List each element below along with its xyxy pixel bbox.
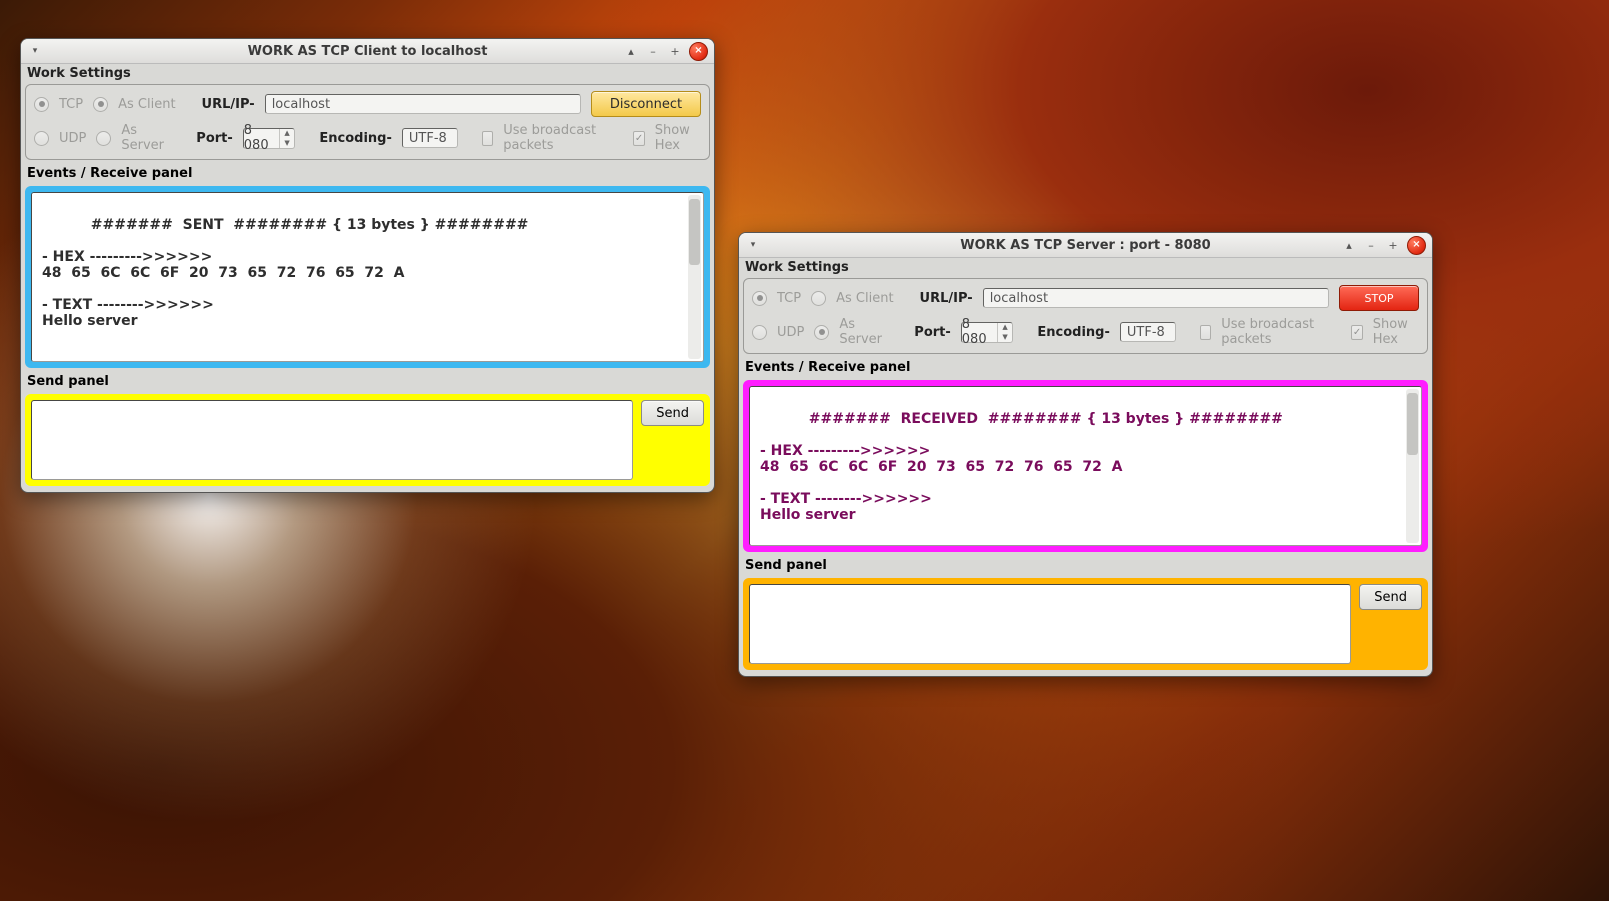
- events-receive-label: Events / Receive panel: [745, 360, 1426, 375]
- window-menu-icon[interactable]: ▾: [27, 43, 43, 59]
- titlebar-server[interactable]: ▾ WORK AS TCP Server : port - 8080 ▴ – +…: [739, 233, 1432, 258]
- url-ip-value: localhost: [990, 291, 1048, 306]
- send-panel: Send: [743, 578, 1428, 670]
- encoding-input[interactable]: UTF-8: [1120, 322, 1176, 342]
- window-tcp-server: ▾ WORK AS TCP Server : port - 8080 ▴ – +…: [738, 232, 1433, 677]
- checkbox-show-hex-label: Show Hex: [1373, 317, 1419, 347]
- close-icon[interactable]: ×: [1407, 236, 1426, 255]
- window-title-client: WORK AS TCP Client to localhost: [21, 44, 714, 59]
- radio-tcp-label: TCP: [777, 291, 801, 306]
- work-settings-label: Work Settings: [25, 66, 710, 82]
- events-receive-label: Events / Receive panel: [27, 166, 708, 181]
- encoding-input[interactable]: UTF-8: [402, 128, 458, 148]
- minimize-icon[interactable]: –: [1363, 237, 1379, 253]
- port-stepper[interactable]: 8 080 ▲▼: [243, 128, 295, 149]
- radio-as-server[interactable]: [814, 325, 829, 340]
- checkbox-show-hex-label: Show Hex: [655, 123, 701, 153]
- radio-as-client[interactable]: [93, 97, 108, 112]
- encoding-value: UTF-8: [409, 131, 447, 146]
- radio-udp[interactable]: [752, 325, 767, 340]
- work-settings-group: TCP As Client URL/IP- localhost Disconne…: [25, 84, 710, 160]
- events-receive-panel: ####### RECEIVED ######## { 13 bytes } #…: [743, 380, 1428, 552]
- window-title-server: WORK AS TCP Server : port - 8080: [739, 238, 1432, 253]
- port-label: Port-: [914, 325, 950, 340]
- encoding-label: Encoding-: [319, 131, 392, 146]
- checkbox-broadcast-label: Use broadcast packets: [1221, 317, 1327, 347]
- receive-textarea[interactable]: ####### RECEIVED ######## { 13 bytes } #…: [749, 386, 1422, 546]
- port-label: Port-: [196, 131, 232, 146]
- radio-as-server-label: As Server: [121, 123, 166, 153]
- scrollbar[interactable]: [688, 195, 701, 359]
- send-panel: Send: [25, 394, 710, 486]
- url-ip-input[interactable]: localhost: [265, 94, 581, 114]
- receive-text-content: ####### RECEIVED ######## { 13 bytes } #…: [760, 411, 1283, 523]
- stop-button[interactable]: STOP: [1339, 285, 1419, 311]
- close-icon[interactable]: ×: [689, 42, 708, 61]
- rollup-icon[interactable]: ▴: [1341, 237, 1357, 253]
- radio-udp[interactable]: [34, 131, 49, 146]
- checkbox-broadcast-label: Use broadcast packets: [503, 123, 609, 153]
- port-stepper[interactable]: 8 080 ▲▼: [961, 322, 1013, 343]
- radio-udp-label: UDP: [777, 325, 804, 340]
- encoding-label: Encoding-: [1037, 325, 1110, 340]
- maximize-icon[interactable]: +: [1385, 237, 1401, 253]
- checkbox-show-hex[interactable]: [633, 131, 644, 146]
- send-panel-label: Send panel: [27, 374, 708, 389]
- radio-tcp[interactable]: [34, 97, 49, 112]
- encoding-value: UTF-8: [1127, 325, 1165, 340]
- events-receive-panel: ####### SENT ######## { 13 bytes } #####…: [25, 186, 710, 368]
- work-settings-group: TCP As Client URL/IP- localhost STOP UDP…: [743, 278, 1428, 354]
- radio-tcp[interactable]: [752, 291, 767, 306]
- window-tcp-client: ▾ WORK AS TCP Client to localhost ▴ – + …: [20, 38, 715, 493]
- radio-as-server[interactable]: [96, 131, 111, 146]
- disconnect-button[interactable]: Disconnect: [591, 91, 701, 117]
- radio-tcp-label: TCP: [59, 97, 83, 112]
- port-value: 8 080: [244, 129, 279, 148]
- checkbox-broadcast[interactable]: [482, 131, 493, 146]
- radio-as-client-label: As Client: [836, 291, 893, 306]
- checkbox-broadcast[interactable]: [1200, 325, 1211, 340]
- window-body-server: Work Settings TCP As Client URL/IP- loca…: [739, 258, 1432, 676]
- minimize-icon[interactable]: –: [645, 43, 661, 59]
- checkbox-show-hex[interactable]: [1351, 325, 1362, 340]
- radio-udp-label: UDP: [59, 131, 86, 146]
- send-button[interactable]: Send: [641, 400, 704, 426]
- stepper-down-icon[interactable]: ▼: [998, 332, 1012, 342]
- send-textarea[interactable]: [749, 584, 1351, 664]
- window-controls-server: ▴ – + ×: [1341, 236, 1426, 255]
- receive-text-content: ####### SENT ######## { 13 bytes } #####…: [42, 217, 528, 329]
- window-body-client: Work Settings TCP As Client URL/IP- loca…: [21, 64, 714, 492]
- url-ip-value: localhost: [272, 97, 330, 112]
- scrollbar[interactable]: [1406, 389, 1419, 543]
- url-ip-label: URL/IP-: [920, 291, 973, 306]
- titlebar-client[interactable]: ▾ WORK AS TCP Client to localhost ▴ – + …: [21, 39, 714, 64]
- scrollbar-thumb[interactable]: [1407, 393, 1418, 455]
- receive-textarea[interactable]: ####### SENT ######## { 13 bytes } #####…: [31, 192, 704, 362]
- stepper-up-icon[interactable]: ▲: [998, 323, 1012, 333]
- maximize-icon[interactable]: +: [667, 43, 683, 59]
- radio-as-server-label: As Server: [839, 317, 884, 347]
- url-ip-input[interactable]: localhost: [983, 288, 1329, 308]
- scrollbar-thumb[interactable]: [689, 199, 700, 265]
- radio-as-client-label: As Client: [118, 97, 175, 112]
- work-settings-label: Work Settings: [743, 260, 1428, 276]
- desktop-background: ▾ WORK AS TCP Client to localhost ▴ – + …: [0, 0, 1609, 901]
- radio-as-client[interactable]: [811, 291, 826, 306]
- port-value: 8 080: [962, 323, 997, 342]
- send-panel-label: Send panel: [745, 558, 1426, 573]
- send-button[interactable]: Send: [1359, 584, 1422, 610]
- stepper-up-icon[interactable]: ▲: [280, 129, 294, 139]
- window-menu-icon[interactable]: ▾: [745, 237, 761, 253]
- rollup-icon[interactable]: ▴: [623, 43, 639, 59]
- url-ip-label: URL/IP-: [202, 97, 255, 112]
- send-textarea[interactable]: [31, 400, 633, 480]
- window-controls-client: ▴ – + ×: [623, 42, 708, 61]
- stepper-down-icon[interactable]: ▼: [280, 138, 294, 148]
